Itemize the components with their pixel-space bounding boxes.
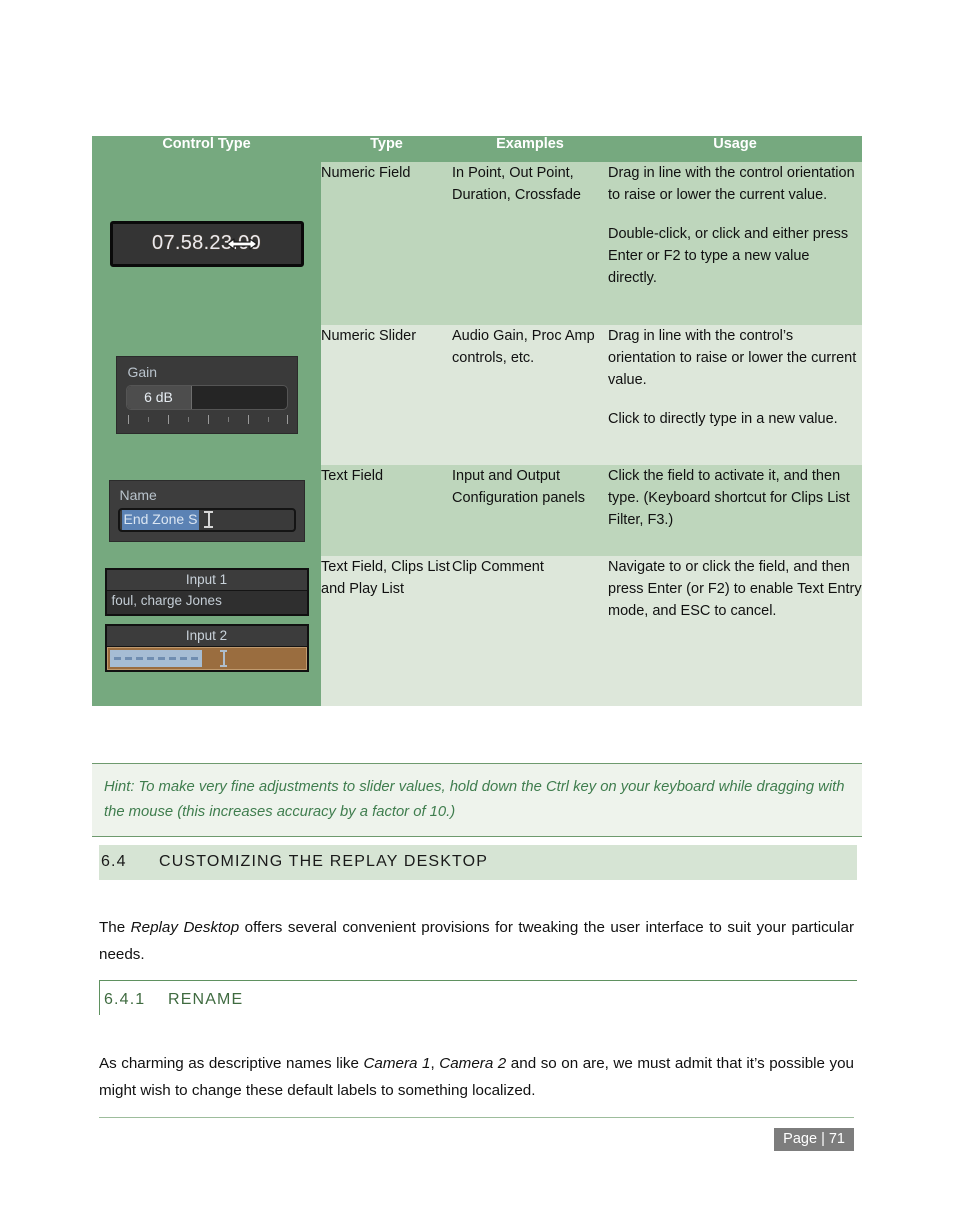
paragraph-intro-emphasis: Replay Desktop xyxy=(130,919,240,937)
hint-callout: Hint: To make very fine adjustments to s… xyxy=(92,763,862,838)
cell-type: Numeric Slider xyxy=(321,325,452,465)
cell-usage: Drag in line with the control’s orientat… xyxy=(608,325,862,465)
cell-type: Numeric Field xyxy=(321,162,452,325)
input-2-block[interactable]: Input 2 xyxy=(104,624,309,672)
subsection-number: 6.4.1 xyxy=(104,991,146,1008)
text-ibeam-cursor-icon xyxy=(204,511,214,528)
document-page: Control Type Type Examples Usage 07.58.2… xyxy=(0,0,954,1227)
control-screenshot-numeric-slider: Gain 6 dB xyxy=(92,325,321,465)
usage-paragraph-1: Drag in line with the control’s orientat… xyxy=(608,328,857,389)
usage-spacer xyxy=(608,391,862,408)
gain-slider-track[interactable]: 6 dB xyxy=(125,385,288,410)
table-header-examples: Examples xyxy=(452,136,608,162)
section-heading-6-4: 6.4 CUSTOMIZING THE REPLAY DESKTOP xyxy=(99,845,857,880)
input-1-title: Input 1 xyxy=(106,570,307,591)
paragraph-rename-emphasis-2: Camera 2 xyxy=(439,1055,507,1073)
paragraph-rename-emphasis-1: Camera 1 xyxy=(363,1055,431,1073)
input-2-selection-highlight xyxy=(109,650,202,667)
paragraph-rename: As charming as descriptive names like Ca… xyxy=(99,1050,854,1104)
hint-text: Hint: To make very fine adjustments to s… xyxy=(104,779,845,820)
usage-paragraph-1: Drag in line with the control orientatio… xyxy=(608,165,855,204)
text-ibeam-cursor-icon xyxy=(219,650,227,667)
input-1-block[interactable]: Input 1 foul, charge Jones xyxy=(104,568,309,616)
subsection-title: RENAME xyxy=(168,991,244,1008)
name-input[interactable]: End Zone S xyxy=(117,507,296,532)
name-label: Name xyxy=(119,486,157,503)
table-header-usage: Usage xyxy=(608,136,862,162)
cell-examples: In Point, Out Point, Duration, Crossfade xyxy=(452,162,608,325)
control-type-table: Control Type Type Examples Usage 07.58.2… xyxy=(92,136,862,706)
table-row: Input 1 foul, charge Jones Input 2 Text … xyxy=(92,556,862,706)
horizontal-resize-cursor-icon xyxy=(225,236,259,252)
page-number-badge: Page | 71 xyxy=(774,1128,854,1151)
cell-usage: Navigate to or click the field, and then… xyxy=(608,556,862,706)
cell-usage: Drag in line with the control orientatio… xyxy=(608,162,862,325)
cell-type: Text Field, Clips List and Play List xyxy=(321,556,452,706)
table-header-type: Type xyxy=(321,136,452,162)
table-row: Gain 6 dB Numeric Slider Audio Gain, Pro… xyxy=(92,325,862,465)
paragraph-rename-part-a: As charming as descriptive names like xyxy=(99,1055,364,1073)
control-screenshot-numeric-field: 07.58.23.00 xyxy=(92,162,321,325)
table-row: Name End Zone S Text Field Input and Out… xyxy=(92,465,862,556)
input-1-comment[interactable]: foul, charge Jones xyxy=(106,591,307,614)
gain-slider-value: 6 dB xyxy=(144,389,173,405)
cell-examples: Clip Comment xyxy=(452,556,608,706)
paragraph-intro-part-a: The xyxy=(99,919,131,937)
usage-paragraph-2: Click to directly type in a new value. xyxy=(608,411,838,428)
paragraph-rename-separator: , xyxy=(430,1055,440,1073)
control-screenshot-text-field: Name End Zone S xyxy=(92,465,321,556)
table-header-control-type: Control Type xyxy=(92,136,321,162)
name-input-selected-value: End Zone S xyxy=(121,509,200,530)
control-screenshot-clip-comment: Input 1 foul, charge Jones Input 2 xyxy=(92,556,321,706)
gain-slider-ticks xyxy=(126,415,288,425)
cell-usage: Click the field to activate it, and then… xyxy=(608,465,862,556)
footer-divider xyxy=(99,1117,854,1118)
clip-comment-group: Input 1 foul, charge Jones Input 2 xyxy=(104,568,309,680)
paragraph-intro: The Replay Desktop offers several conven… xyxy=(99,914,854,968)
cell-examples: Input and Output Configuration panels xyxy=(452,465,608,556)
table-header-row: Control Type Type Examples Usage xyxy=(92,136,862,162)
section-title: CUSTOMIZING THE REPLAY DESKTOP xyxy=(159,853,489,870)
usage-spacer xyxy=(608,206,862,223)
numeric-field-widget[interactable]: 07.58.23.00 xyxy=(109,220,304,267)
table-row: 07.58.23.00 Numeric Field In Point, Out … xyxy=(92,162,862,325)
name-text-field-panel[interactable]: Name End Zone S xyxy=(108,479,305,542)
gain-label: Gain xyxy=(127,364,158,380)
input-2-comment-editing[interactable] xyxy=(106,647,307,670)
usage-paragraph-2: Double-click, or click and either press … xyxy=(608,226,849,287)
gain-slider-panel[interactable]: Gain 6 dB xyxy=(115,356,298,434)
input-2-title: Input 2 xyxy=(106,626,307,647)
subsection-heading-6-4-1: 6.4.1 RENAME xyxy=(99,980,857,1015)
cell-examples: Audio Gain, Proc Amp controls, etc. xyxy=(452,325,608,465)
cell-type: Text Field xyxy=(321,465,452,556)
section-number: 6.4 xyxy=(101,853,127,870)
